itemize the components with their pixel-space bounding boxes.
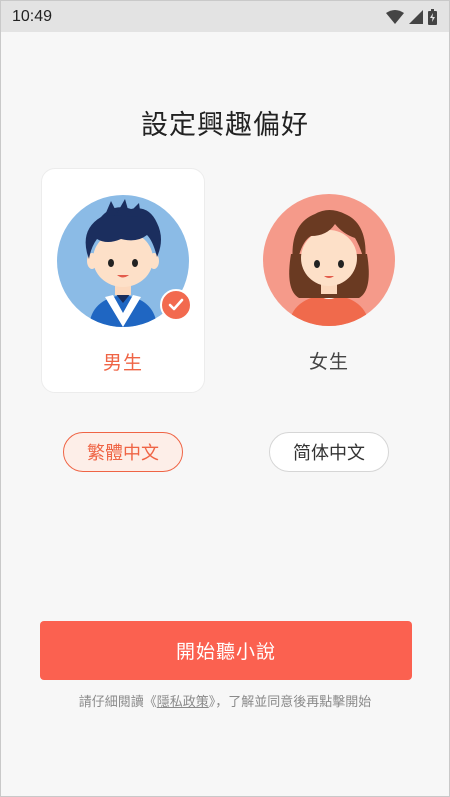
consent-prefix: 請仔細閱讀《 xyxy=(78,695,157,710)
gender-label-female: 女生 xyxy=(308,351,349,373)
gender-label-male: 男生 xyxy=(102,352,143,374)
gender-option-female[interactable]: 女生 xyxy=(247,168,411,393)
status-bar: 10:49 xyxy=(1,1,449,32)
signal-icon xyxy=(409,9,423,24)
page-title: 設定興趣偏好 xyxy=(141,110,309,141)
battery-icon xyxy=(428,8,437,25)
privacy-policy-link[interactable]: 隱私政策 xyxy=(157,695,209,710)
status-icons xyxy=(386,8,437,25)
language-traditional-button[interactable]: 繁體中文 xyxy=(63,432,183,472)
gender-option-male[interactable]: 男生 xyxy=(41,168,205,393)
consent-suffix: 》，了解並同意後再點擊開始 xyxy=(208,695,372,710)
check-icon xyxy=(160,289,192,321)
language-simplified-button[interactable]: 简体中文 xyxy=(269,432,389,472)
girl-avatar xyxy=(263,194,395,326)
privacy-consent-text: 請仔細閱讀《隱私政策》，了解並同意後再點擊開始 xyxy=(1,691,449,710)
start-listening-button[interactable]: 開始聽小說 xyxy=(40,621,412,680)
wifi-icon xyxy=(386,9,404,24)
boy-avatar xyxy=(57,195,192,327)
status-time: 10:49 xyxy=(12,7,53,25)
